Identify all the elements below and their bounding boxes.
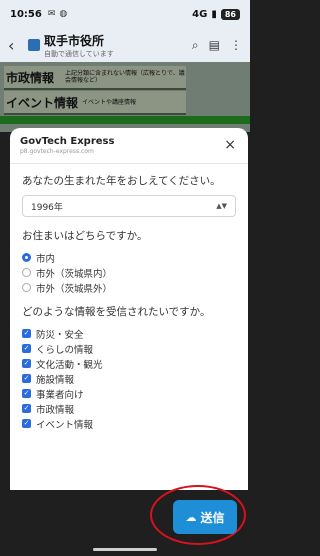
question-birth-year: あなたの生まれた年をおしえてください。 <box>22 175 221 187</box>
app-title: 取手市役所 <box>44 33 105 48</box>
mail-icon: ✉ <box>47 9 56 19</box>
cloud-upload-icon: ☁ <box>185 510 197 524</box>
radio-selected-icon[interactable] <box>22 253 31 262</box>
bg-strip <box>0 116 250 124</box>
status-time: 10:56 <box>10 8 42 20</box>
battery-level: 86 <box>220 8 240 20</box>
more-menu-icon[interactable]: ⋮ <box>230 38 242 53</box>
send-button[interactable]: ☁ 送信 <box>173 500 237 534</box>
bg-row-shisei: 市政情報 上記分類に含まれない情報（広報とりで、議会情報など） <box>4 66 186 90</box>
question-residence: お住まいはどちらですか。 <box>22 230 148 242</box>
background-page: 市政情報 上記分類に含まれない情報（広報とりで、議会情報など） イベント情報 イ… <box>0 62 250 132</box>
home-indicator[interactable] <box>93 548 157 551</box>
vpn-icon: ◍ <box>59 9 68 19</box>
send-label: 送信 <box>200 510 225 525</box>
sheet-url: p8.govtech-express.com <box>20 148 94 155</box>
checkbox-checked-icon[interactable]: ✓ <box>22 329 31 338</box>
select-arrows-icon: ▲▼ <box>216 202 227 210</box>
birth-year-value: 1996年 <box>31 202 63 213</box>
checkbox-checked-icon[interactable]: ✓ <box>22 344 31 353</box>
checkbox-checked-icon[interactable]: ✓ <box>22 359 31 368</box>
checkbox-checked-icon[interactable]: ✓ <box>22 389 31 398</box>
category-checkbox-6[interactable]: ✓ 市政情報 <box>22 401 236 416</box>
bg-row-event: イベント情報 イベントや講座情報 <box>4 91 186 115</box>
radio-icon[interactable] <box>22 283 31 292</box>
status-bar: 10:56 ✉ ◍ 4G ▮ 86 <box>0 0 250 28</box>
residence-option-3[interactable]: 市外（茨城県外） <box>22 280 236 295</box>
site-logo-icon <box>28 39 40 51</box>
birth-year-select[interactable]: 1996年 ▲▼ <box>22 195 236 217</box>
close-icon[interactable]: × <box>224 137 236 153</box>
signal-icon: ▮ <box>211 8 217 20</box>
radio-icon[interactable] <box>22 268 31 277</box>
form-sheet: GovTech Express p8.govtech-express.com ×… <box>10 128 248 490</box>
tabs-icon[interactable]: ▤ <box>209 38 220 53</box>
category-checkbox-5[interactable]: ✓ 事業者向け <box>22 386 236 401</box>
back-arrow-icon[interactable]: ‹ <box>8 36 22 55</box>
checkbox-checked-icon[interactable]: ✓ <box>22 374 31 383</box>
network-label: 4G <box>192 8 208 20</box>
search-icon[interactable]: ⌕ <box>192 38 199 53</box>
app-bar: ‹ 取手市役所 自動で通信しています ⌕ ▤ ⋮ <box>0 28 250 62</box>
sheet-title: GovTech Express <box>20 136 115 147</box>
category-checkbox-3[interactable]: ✓ 文化活動・観光 <box>22 356 236 371</box>
question-categories: どのような情報を受信されたいですか。 <box>22 306 211 318</box>
category-checkbox-1[interactable]: ✓ 防災・安全 <box>22 326 236 341</box>
category-checkbox-4[interactable]: ✓ 施設情報 <box>22 371 236 386</box>
residence-option-1[interactable]: 市内 <box>22 250 236 265</box>
category-checkbox-7[interactable]: ✓ イベント情報 <box>22 416 236 431</box>
residence-option-2[interactable]: 市外（茨城県内） <box>22 265 236 280</box>
category-checkbox-2[interactable]: ✓ くらしの情報 <box>22 341 236 356</box>
sheet-header: GovTech Express p8.govtech-express.com × <box>10 128 248 164</box>
app-subtitle: 自動で通信しています <box>44 49 114 58</box>
checkbox-checked-icon[interactable]: ✓ <box>22 419 31 428</box>
checkbox-checked-icon[interactable]: ✓ <box>22 404 31 413</box>
